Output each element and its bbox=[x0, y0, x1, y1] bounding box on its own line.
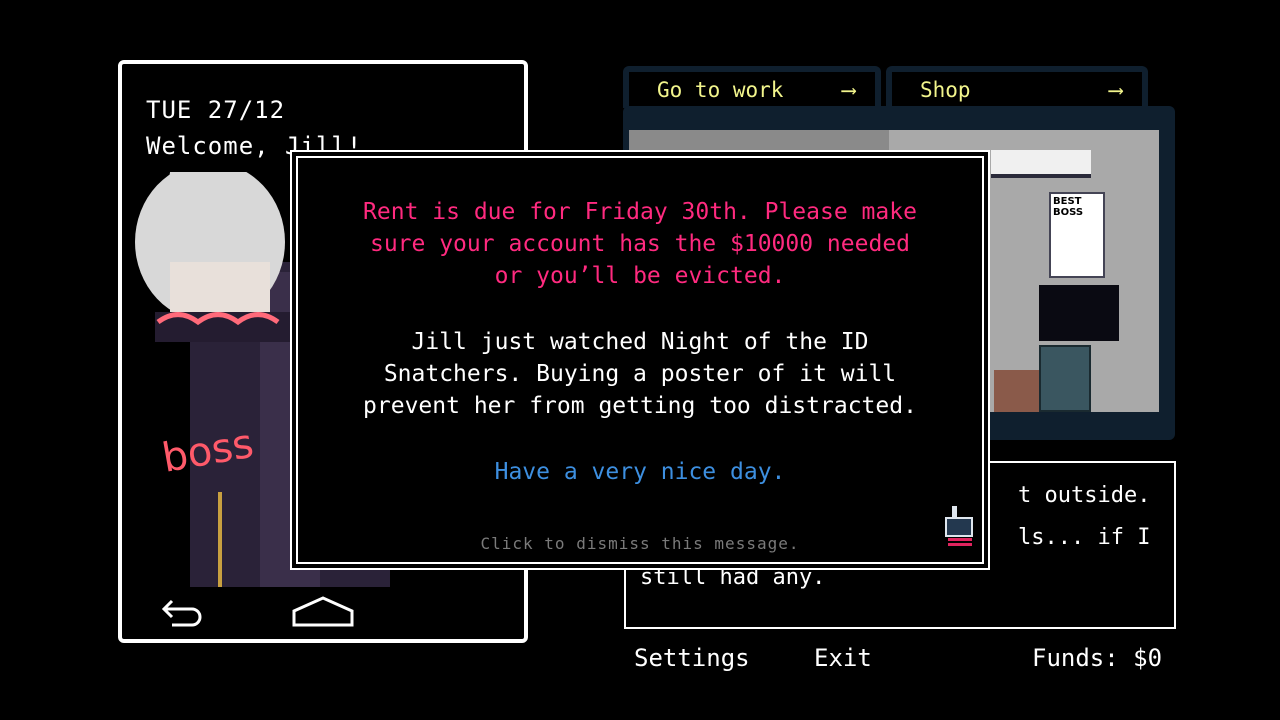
tab-shop[interactable]: Shop ⟶ bbox=[886, 66, 1148, 108]
info-line: prevent her from getting too distracted. bbox=[363, 393, 917, 419]
arrow-right-icon: ⟶ bbox=[842, 78, 855, 102]
info-line: Snatchers. Buying a poster of it will bbox=[383, 361, 897, 387]
fridge bbox=[1039, 345, 1091, 412]
message-dialog-inner[interactable]: Rent is due for Friday 30th. Please make… bbox=[296, 156, 984, 564]
funds-label: Funds: $0 bbox=[1032, 644, 1163, 672]
exit-button[interactable]: Exit bbox=[814, 644, 872, 672]
arrow-right-icon: ⟶ bbox=[1109, 78, 1122, 102]
date-label: TUE 27/12 bbox=[146, 96, 286, 124]
boxes bbox=[994, 370, 1039, 412]
tab-label: Go to work bbox=[657, 78, 784, 102]
back-arrow-icon[interactable] bbox=[160, 597, 210, 629]
air-conditioner bbox=[991, 150, 1091, 178]
dialogue-line: t outside. bbox=[1018, 483, 1151, 508]
home-icon[interactable] bbox=[290, 595, 356, 629]
info-line: Jill just watched Night of the ID bbox=[411, 329, 869, 355]
settings-button[interactable]: Settings bbox=[634, 644, 750, 672]
rent-line: sure your account has the $10000 needed bbox=[369, 231, 911, 257]
tv bbox=[1039, 285, 1119, 341]
dialogue-line: ls... if I bbox=[1018, 525, 1151, 550]
rent-line: Rent is due for Friday 30th. Please make bbox=[363, 199, 917, 225]
info-message: Jill just watched Night of the ID Snatch… bbox=[298, 326, 982, 422]
closing-message: Have a very nice day. bbox=[494, 459, 786, 485]
tab-go-to-work[interactable]: Go to work ⟶ bbox=[623, 66, 881, 108]
rent-line: or you’ll be evicted. bbox=[494, 263, 786, 289]
tab-label: Shop bbox=[920, 78, 971, 102]
dismiss-hint[interactable]: Click to dismiss this message. bbox=[298, 534, 982, 553]
best-boss-poster[interactable]: BEST BOSS bbox=[1049, 192, 1105, 278]
hand-cursor-icon bbox=[945, 506, 973, 546]
message-dialog[interactable]: Rent is due for Friday 30th. Please make… bbox=[290, 150, 990, 570]
phone-nav-bar bbox=[122, 589, 524, 639]
rent-warning: Rent is due for Friday 30th. Please make… bbox=[298, 196, 982, 292]
